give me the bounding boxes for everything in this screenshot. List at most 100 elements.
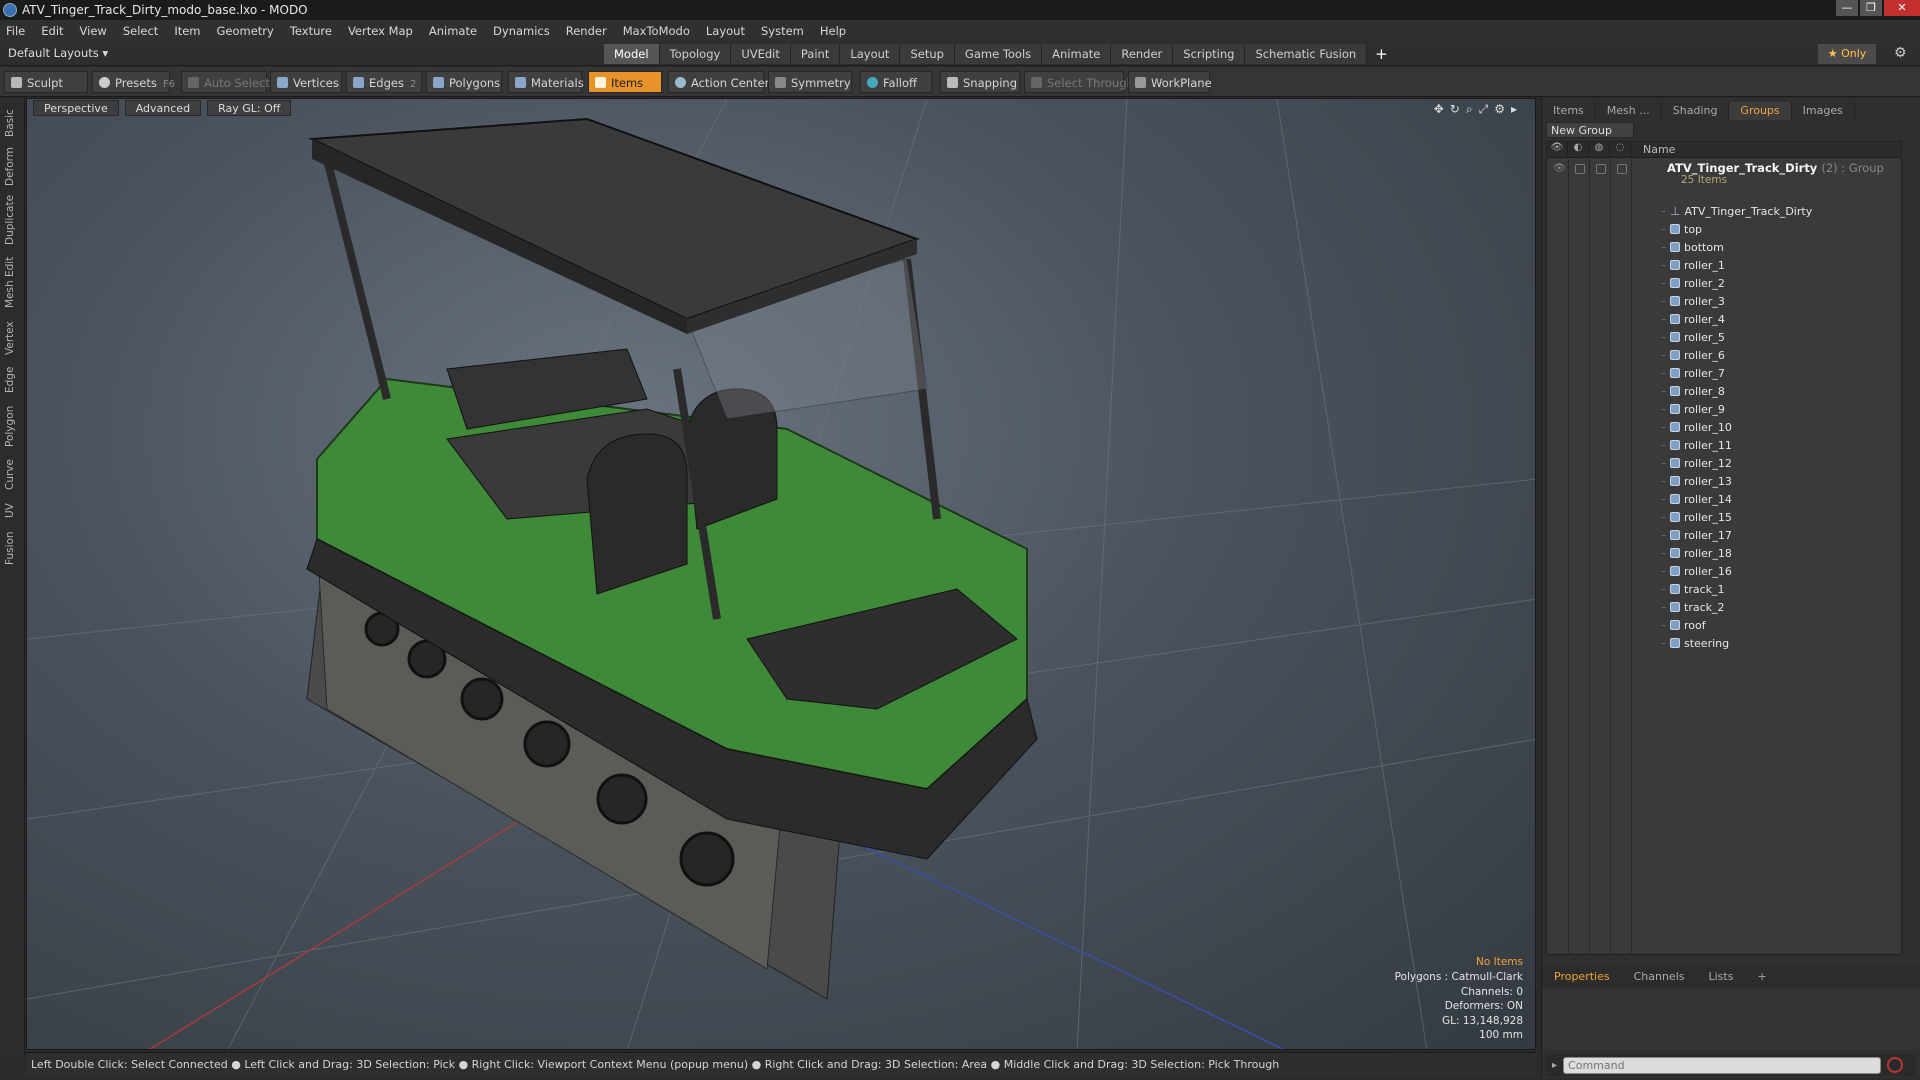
expand-arrow-icon[interactable]: ▸: [1511, 102, 1517, 117]
group-item-row[interactable]: – roller_17: [1661, 526, 1732, 544]
pan-icon[interactable]: ✥: [1434, 102, 1444, 117]
gear-icon[interactable]: ⚙: [1894, 45, 1907, 61]
group-item-row[interactable]: – roller_5: [1661, 328, 1725, 346]
record-macro-icon[interactable]: [1887, 1057, 1904, 1073]
polygons-button[interactable]: Polygons: [426, 71, 502, 93]
auto-select-button[interactable]: Auto Select: [181, 71, 270, 93]
menu-dynamics[interactable]: Dynamics: [493, 24, 550, 38]
left-tab-duplicate[interactable]: Duplicate: [4, 194, 20, 246]
left-tab-fusion[interactable]: Fusion: [4, 528, 20, 568]
group-item-row[interactable]: – roof: [1661, 616, 1706, 634]
group-item-row[interactable]: – roller_2: [1661, 274, 1725, 292]
view-type-dropdown[interactable]: Perspective: [33, 100, 119, 116]
sculpt-button[interactable]: Sculpt: [4, 71, 88, 93]
tab-game-tools[interactable]: Game Tools: [954, 44, 1043, 64]
left-tab-uv[interactable]: UV: [4, 500, 20, 522]
rotate-icon[interactable]: ↻: [1450, 102, 1460, 117]
group-item-row[interactable]: – roller_16: [1661, 562, 1732, 580]
add-layout-button[interactable]: +: [1367, 44, 1396, 64]
tab-render[interactable]: Render: [1111, 44, 1174, 64]
menu-layout[interactable]: Layout: [706, 24, 745, 38]
tab-items[interactable]: Items: [1542, 102, 1596, 120]
group-item-row[interactable]: – roller_15: [1661, 508, 1732, 526]
fit-icon[interactable]: ⤢: [1479, 102, 1489, 117]
group-item-row[interactable]: – roller_7: [1661, 364, 1725, 382]
group-item-row[interactable]: – roller_18: [1661, 544, 1732, 562]
select-toggle[interactable]: [1617, 164, 1627, 174]
only-toggle-button[interactable]: ★ Only: [1818, 44, 1876, 64]
lock-toggle[interactable]: [1596, 164, 1606, 174]
tab-images[interactable]: Images: [1792, 102, 1855, 120]
edges-button[interactable]: Edges 2: [346, 71, 422, 93]
group-item-row[interactable]: – roller_10: [1661, 418, 1732, 436]
group-item-row[interactable]: – roller_11: [1661, 436, 1732, 454]
menu-vertex-map[interactable]: Vertex Map: [348, 24, 413, 38]
menu-geometry[interactable]: Geometry: [217, 24, 274, 38]
left-tab-mesh-edit[interactable]: Mesh Edit: [4, 254, 20, 310]
tab-schematic-fusion[interactable]: Schematic Fusion: [1245, 44, 1368, 64]
group-item-row[interactable]: – ⊥ ATV_Tinger_Track_Dirty: [1661, 202, 1812, 220]
tab-properties[interactable]: Properties: [1542, 970, 1622, 983]
group-item-row[interactable]: – roller_9: [1661, 400, 1725, 418]
add-tab-button[interactable]: +: [1745, 970, 1778, 983]
left-tab-basic[interactable]: Basic: [4, 106, 20, 140]
presets-button[interactable]: Presets F6: [92, 71, 175, 93]
select-through-button[interactable]: Select Through: [1024, 71, 1134, 93]
minimize-button[interactable]: —: [1836, 0, 1858, 16]
group-item-row[interactable]: – roller_3: [1661, 292, 1725, 310]
group-item-row[interactable]: – roller_13: [1661, 472, 1732, 490]
left-tab-curve[interactable]: Curve: [4, 456, 20, 494]
render-toggle[interactable]: [1575, 164, 1585, 174]
tab-groups[interactable]: Groups: [1729, 102, 1792, 120]
tab-shading[interactable]: Shading: [1662, 102, 1730, 120]
tab-setup[interactable]: Setup: [900, 44, 955, 64]
viewport-settings-icon[interactable]: ⚙: [1494, 102, 1505, 117]
group-item-row[interactable]: – roller_4: [1661, 310, 1725, 328]
layouts-dropdown[interactable]: Default Layouts ▾: [8, 46, 108, 60]
menu-animate[interactable]: Animate: [429, 24, 477, 38]
left-tab-deform[interactable]: Deform: [4, 146, 20, 186]
zoom-icon[interactable]: ⌕: [1466, 102, 1473, 117]
shading-dropdown[interactable]: Advanced: [124, 100, 202, 116]
menu-maxtomodo[interactable]: MaxToModo: [623, 24, 690, 38]
group-item-row[interactable]: – roller_8: [1661, 382, 1725, 400]
materials-button[interactable]: Materials: [508, 71, 584, 93]
left-tab-polygon[interactable]: Polygon: [4, 402, 20, 450]
menu-file[interactable]: File: [6, 24, 25, 38]
eye-icon[interactable]: 👁: [1553, 163, 1566, 174]
group-item-row[interactable]: – track_2: [1661, 598, 1725, 616]
menu-edit[interactable]: Edit: [41, 24, 63, 38]
group-item-row[interactable]: – top: [1661, 220, 1702, 238]
new-group-button[interactable]: New Group: [1546, 122, 1634, 138]
group-item-row[interactable]: – roller_1: [1661, 256, 1725, 274]
left-tab-vertex[interactable]: Vertex: [4, 318, 20, 358]
menu-render[interactable]: Render: [566, 24, 607, 38]
tab-lists[interactable]: Lists: [1697, 970, 1746, 983]
tab-uvedit[interactable]: UVEdit: [731, 44, 791, 64]
menu-system[interactable]: System: [761, 24, 804, 38]
group-item-row[interactable]: – track_1: [1661, 580, 1725, 598]
tab-mesh[interactable]: Mesh ...: [1596, 102, 1662, 120]
group-item-row[interactable]: – steering: [1661, 634, 1729, 652]
group-item-row[interactable]: – bottom: [1661, 238, 1724, 256]
maximize-button[interactable]: ❐: [1860, 0, 1882, 16]
snapping-button[interactable]: Snapping: [940, 71, 1020, 93]
raygl-toggle[interactable]: Ray GL: Off: [207, 100, 292, 116]
menu-texture[interactable]: Texture: [290, 24, 332, 38]
left-tab-edge[interactable]: Edge: [4, 364, 20, 396]
menu-item[interactable]: Item: [174, 24, 200, 38]
tab-channels[interactable]: Channels: [1622, 970, 1697, 983]
group-item-row[interactable]: – roller_14: [1661, 490, 1732, 508]
command-input[interactable]: [1563, 1056, 1882, 1074]
symmetry-button[interactable]: Symmetry: [768, 71, 852, 93]
menu-view[interactable]: View: [80, 24, 107, 38]
tab-animate[interactable]: Animate: [1042, 44, 1112, 64]
action-center-button[interactable]: Action Center: [668, 71, 769, 93]
tab-scripting[interactable]: Scripting: [1173, 44, 1246, 64]
menu-select[interactable]: Select: [123, 24, 158, 38]
group-item-row[interactable]: – roller_6: [1661, 346, 1725, 364]
group-item-row[interactable]: – roller_12: [1661, 454, 1732, 472]
vertices-button[interactable]: Vertices1: [270, 71, 351, 93]
falloff-button[interactable]: Falloff: [860, 71, 932, 93]
workplane-button[interactable]: WorkPlane: [1128, 71, 1212, 93]
